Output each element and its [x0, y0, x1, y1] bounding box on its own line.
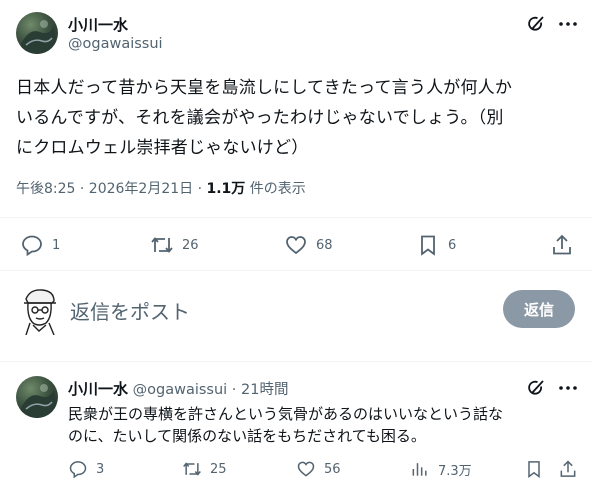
author-avatar[interactable] — [16, 12, 58, 54]
tweet-meta: 午後8:25 · 2026年2月21日 · 1.1万 件の表示 — [16, 178, 306, 198]
repost-count: 26 — [182, 237, 199, 253]
repost-icon — [183, 462, 201, 476]
reply-reply-count: 3 — [96, 461, 105, 477]
reply-like-count: 56 — [324, 461, 341, 477]
reply-input[interactable]: 返信をポスト — [70, 296, 190, 325]
bookmark-icon — [528, 461, 540, 478]
like-button[interactable]: 68 — [284, 233, 333, 257]
reply-icon — [22, 235, 42, 257]
bookmark-button[interactable]: 6 — [416, 233, 456, 257]
views-count: 1.1万 — [206, 181, 246, 197]
reply-reply-button[interactable]: 3 — [68, 459, 104, 479]
reply-timestamp[interactable]: 21時間 — [241, 382, 288, 398]
bookmark-count: 6 — [448, 237, 457, 253]
like-icon — [297, 461, 315, 477]
divider — [0, 361, 592, 362]
tweet-text-line: いるんですが、それを議会がやったわけじゃないでしょう。（別 — [16, 108, 504, 128]
more-icon[interactable] — [558, 14, 578, 38]
reply-icon — [69, 461, 87, 479]
reply-text-line: のに、たいして関係のない話をもちだされても困る。 — [68, 427, 426, 445]
reply-views-button[interactable]: 7.3万 — [410, 459, 472, 479]
tweet-timestamp[interactable]: 午後8:25 · 2026年2月21日 · — [16, 181, 207, 197]
reply-author-avatar[interactable] — [16, 376, 58, 418]
like-icon — [286, 236, 306, 255]
repost-button[interactable]: 26 — [150, 233, 199, 257]
repost-icon — [151, 237, 173, 253]
user-avatar[interactable] — [16, 285, 62, 336]
reply-header: 小川一水 @ogawaissui · 21時間 — [68, 378, 288, 399]
grok-icon[interactable] — [526, 14, 546, 38]
reply-count: 1 — [52, 237, 61, 253]
reply-views-count: 7.3万 — [438, 463, 472, 479]
tweet-text-line: にクロムウェル崇拝者じゃないけど） — [16, 138, 309, 158]
views-icon — [412, 463, 427, 476]
more-icon[interactable] — [558, 378, 578, 402]
reply-author-handle[interactable]: @ogawaissui — [133, 382, 228, 398]
reply-repost-count: 25 — [210, 461, 227, 477]
divider — [0, 270, 592, 271]
author-name[interactable]: 小川一水 — [68, 14, 128, 35]
share-icon — [553, 234, 571, 255]
reply-repost-button[interactable]: 25 — [182, 459, 227, 479]
grok-icon[interactable] — [526, 378, 546, 402]
reply-separator: · — [231, 382, 237, 398]
share-button[interactable] — [550, 233, 574, 257]
share-icon — [560, 460, 576, 477]
bookmark-icon — [421, 235, 435, 256]
tweet-text-line: 日本人だって昔から天皇を島流しにしてきたって言う人が何人か — [16, 78, 513, 98]
views-label: 件の表示 — [245, 181, 306, 197]
reply-like-button[interactable]: 56 — [296, 459, 341, 479]
reply-bookmark-button[interactable] — [524, 459, 544, 483]
reply-share-button[interactable] — [558, 459, 578, 483]
reply-text-line: 民衆が王の専横を許さんという気骨があるのはいいなという話な — [68, 405, 504, 423]
reply-button[interactable]: 1 — [20, 233, 60, 257]
reply-submit-button[interactable]: 返信 — [503, 290, 575, 328]
author-handle[interactable]: @ogawaissui — [68, 36, 163, 52]
reply-author-name[interactable]: 小川一水 — [68, 380, 128, 398]
reply-text: 民衆が王の専横を許さんという気骨があるのはいいなという話な のに、たいして関係の… — [68, 403, 584, 447]
like-count: 68 — [316, 237, 333, 253]
tweet-text: 日本人だって昔から天皇を島流しにしてきたって言う人が何人か いるんですが、それを… — [16, 73, 584, 163]
divider — [0, 217, 592, 218]
